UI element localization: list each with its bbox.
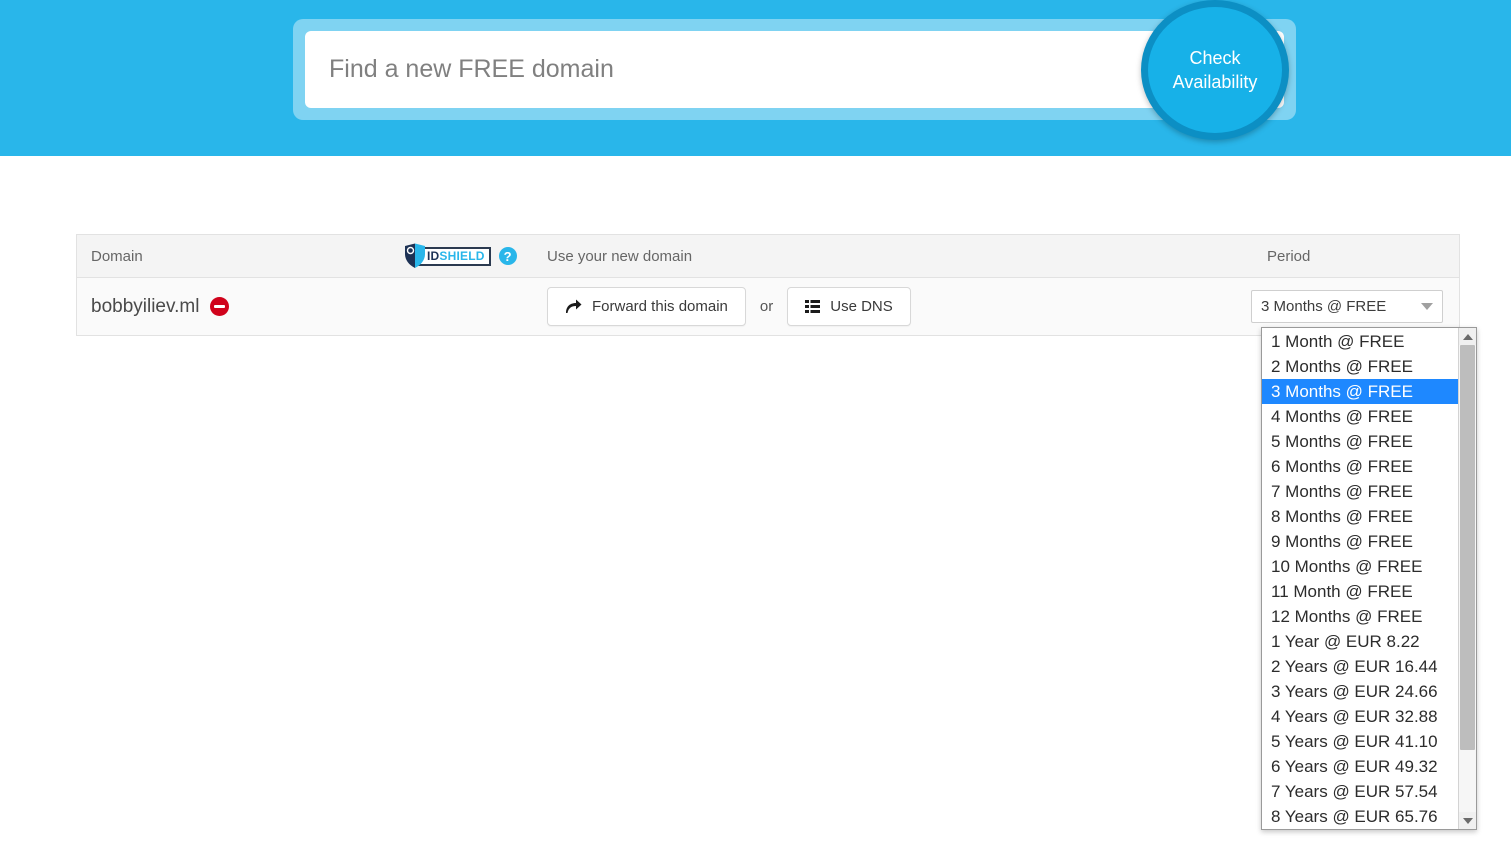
column-header-idshield: ID SHIELD ? <box>405 243 547 268</box>
dropdown-option[interactable]: 2 Years @ EUR 16.44 <box>1262 654 1458 679</box>
scroll-down-arrow-icon[interactable] <box>1459 812 1476 829</box>
period-select-value: 3 Months @ FREE <box>1261 298 1387 315</box>
no-entry-icon[interactable] <box>210 297 230 316</box>
dropdown-option[interactable]: 4 Years @ EUR 32.88 <box>1262 704 1458 729</box>
dropdown-option[interactable]: 6 Years @ EUR 49.32 <box>1262 754 1458 779</box>
dropdown-option[interactable]: 2 Months @ FREE <box>1262 354 1458 379</box>
period-dropdown-options[interactable]: 1 Month @ FREE 2 Months @ FREE 3 Months @ … <box>1262 328 1458 829</box>
domain-actions-cell: Forward this domain or Use DNS <box>547 287 1251 326</box>
period-cell: 3 Months @ FREE <box>1251 290 1459 323</box>
dropdown-option[interactable]: 6 Months @ FREE <box>1262 454 1458 479</box>
dropdown-option[interactable]: 5 Years @ EUR 41.10 <box>1262 729 1458 754</box>
use-dns-button[interactable]: Use DNS <box>787 287 911 326</box>
dropdown-option[interactable]: 1 Year @ EUR 8.22 <box>1262 629 1458 654</box>
dropdown-scrollbar[interactable] <box>1458 328 1476 829</box>
scrollbar-track[interactable] <box>1459 345 1476 812</box>
search-input[interactable] <box>305 31 1284 108</box>
dropdown-option[interactable]: 7 Months @ FREE <box>1262 479 1458 504</box>
check-availability-button[interactable]: Check Availability <box>1141 0 1289 140</box>
list-icon <box>805 300 821 313</box>
forward-arrow-icon <box>566 299 582 313</box>
dropdown-option[interactable]: 8 Years @ EUR 65.76 <box>1262 804 1458 829</box>
forward-this-domain-button[interactable]: Forward this domain <box>547 287 746 326</box>
idshield-logo: ID SHIELD <box>405 243 491 268</box>
scroll-up-arrow-icon[interactable] <box>1459 328 1476 345</box>
domain-name: bobbyiliev.ml <box>91 295 200 317</box>
period-dropdown-list[interactable]: 1 Month @ FREE 2 Months @ FREE 3 Months @ … <box>1261 327 1477 830</box>
help-icon[interactable]: ? <box>498 247 517 265</box>
domain-cell: bobbyiliev.ml <box>77 296 547 318</box>
use-dns-label: Use DNS <box>830 298 893 315</box>
dropdown-option[interactable]: 3 Months @ FREE <box>1262 379 1458 404</box>
column-header-use-your-new-domain: Use your new domain <box>547 247 693 265</box>
table-header-row: Domain ID SHIELD ? Use your new domain Pe… <box>77 235 1459 278</box>
dropdown-option[interactable]: 3 Years @ EUR 24.66 <box>1262 679 1458 704</box>
column-header-period: Period <box>1267 247 1311 265</box>
idshield-shield-text: SHIELD <box>439 249 485 263</box>
or-label: or <box>759 298 774 315</box>
dropdown-option[interactable]: 5 Months @ FREE <box>1262 429 1458 454</box>
dropdown-option[interactable]: 7 Years @ EUR 57.54 <box>1262 779 1458 804</box>
dropdown-option[interactable]: 9 Months @ FREE <box>1262 529 1458 554</box>
dropdown-option[interactable]: 8 Months @ FREE <box>1262 504 1458 529</box>
domain-results-table: Domain ID SHIELD ? Use your new domain Pe… <box>76 234 1460 336</box>
chevron-down-icon <box>1421 303 1433 310</box>
dropdown-option[interactable]: 10 Months @ FREE <box>1262 554 1458 579</box>
dropdown-option[interactable]: 4 Months @ FREE <box>1262 404 1458 429</box>
shield-icon <box>405 243 425 268</box>
dropdown-option[interactable]: 11 Month @ FREE <box>1262 579 1458 604</box>
forward-this-domain-label: Forward this domain <box>592 298 728 315</box>
column-header-domain: Domain <box>91 247 143 265</box>
dropdown-option[interactable]: 1 Month @ FREE <box>1262 329 1458 354</box>
scrollbar-thumb[interactable] <box>1460 345 1475 750</box>
period-select[interactable]: 3 Months @ FREE <box>1251 290 1443 323</box>
search-band: Check Availability <box>0 0 1511 156</box>
dropdown-option[interactable]: 12 Months @ FREE <box>1262 604 1458 629</box>
table-row: bobbyiliev.ml Forward this domain or Use… <box>77 278 1459 335</box>
